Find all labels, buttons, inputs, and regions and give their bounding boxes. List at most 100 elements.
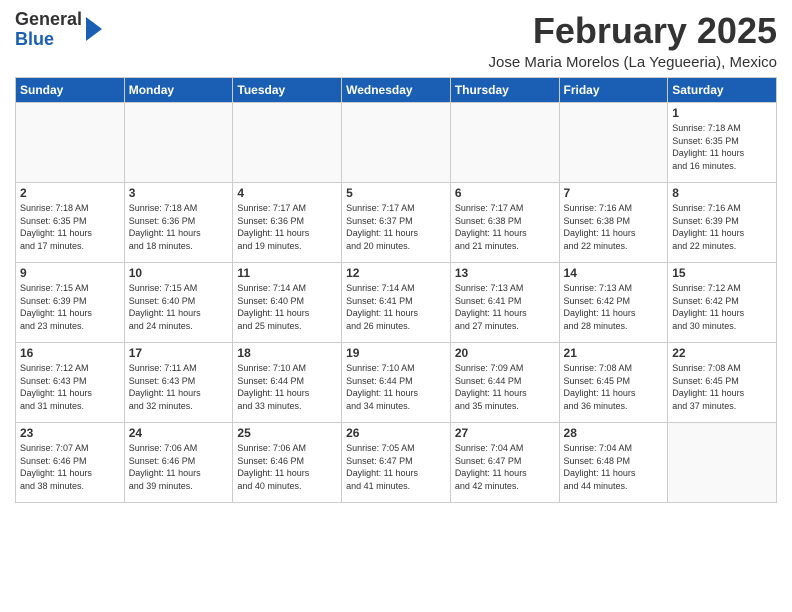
table-row: 4Sunrise: 7:17 AM Sunset: 6:36 PM Daylig… (233, 183, 342, 263)
day-info: Sunrise: 7:13 AM Sunset: 6:42 PM Dayligh… (564, 282, 664, 332)
day-info: Sunrise: 7:15 AM Sunset: 6:40 PM Dayligh… (129, 282, 229, 332)
title-block: February 2025 Jose Maria Morelos (La Yeg… (489, 10, 777, 71)
table-row: 23 Sunrise: 7:07 AM Sunset: 6:46 PM Dayli… (16, 423, 125, 503)
day-number: 22 (672, 346, 772, 360)
day-number: 25 (237, 426, 337, 440)
day-number: 7 (564, 186, 664, 200)
day-number: 20 (455, 346, 555, 360)
day-info: Sunrise: 7:18 AM Sunset: 6:35 PM Dayligh… (20, 202, 120, 252)
day-info: Sunrise: 7:18 AM Sunset: 6:35 PM Dayligh… (672, 122, 772, 172)
table-row: 22 Sunrise: 7:08 AM Sunset: 6:45 PM Dayli… (668, 343, 777, 423)
table-row (16, 103, 125, 183)
day-info: Sunrise: 7:12 AM Sunset: 6:43 PM Dayligh… (20, 362, 120, 412)
day-info: Sunrise: 7:16 AM Sunset: 6:39 PM Dayligh… (672, 202, 772, 252)
day-info: Sunrise: 7:17 AM Sunset: 6:37 PM Dayligh… (346, 202, 446, 252)
table-row: 17 Sunrise: 7:11 AM Sunset: 6:43 PM Dayli… (124, 343, 233, 423)
logo-blue: Blue (15, 30, 82, 50)
day-number: 16 (20, 346, 120, 360)
col-thursday: Thursday (450, 78, 559, 103)
col-friday: Friday (559, 78, 668, 103)
calendar-header-row: Sunday Monday Tuesday Wednesday Thursday… (16, 78, 777, 103)
table-row: 20 Sunrise: 7:09 AM Sunset: 6:44 PM Dayli… (450, 343, 559, 423)
day-number: 18 (237, 346, 337, 360)
table-row: 16 Sunrise: 7:12 AM Sunset: 6:43 PM Dayli… (16, 343, 125, 423)
table-row: 27Sunrise: 7:04 AM Sunset: 6:47 PM Dayli… (450, 423, 559, 503)
day-info: Sunrise: 7:05 AM Sunset: 6:47 PM Dayligh… (346, 442, 446, 492)
day-info: Sunrise: 7:11 AM Sunset: 6:43 PM Dayligh… (129, 362, 229, 412)
day-number: 9 (20, 266, 120, 280)
table-row: 5 Sunrise: 7:17 AM Sunset: 6:37 PM Daylig… (342, 183, 451, 263)
day-number: 10 (129, 266, 229, 280)
day-number: 14 (564, 266, 664, 280)
day-info: Sunrise: 7:14 AM Sunset: 6:41 PM Dayligh… (346, 282, 446, 332)
table-row: 15 Sunrise: 7:12 AM Sunset: 6:42 PM Dayli… (668, 263, 777, 343)
day-number: 3 (129, 186, 229, 200)
table-row: 1 Sunrise: 7:18 AM Sunset: 6:35 PM Daylig… (668, 103, 777, 183)
table-row: 26 Sunrise: 7:05 AM Sunset: 6:47 PM Dayli… (342, 423, 451, 503)
day-number: 15 (672, 266, 772, 280)
day-number: 24 (129, 426, 229, 440)
day-number: 2 (20, 186, 120, 200)
day-info: Sunrise: 7:18 AM Sunset: 6:36 PM Dayligh… (129, 202, 229, 252)
logo-arrow-icon (86, 17, 102, 41)
day-info: Sunrise: 7:15 AM Sunset: 6:39 PM Dayligh… (20, 282, 120, 332)
col-wednesday: Wednesday (342, 78, 451, 103)
day-info: Sunrise: 7:10 AM Sunset: 6:44 PM Dayligh… (346, 362, 446, 412)
day-number: 5 (346, 186, 446, 200)
day-info: Sunrise: 7:04 AM Sunset: 6:48 PM Dayligh… (564, 442, 664, 492)
day-info: Sunrise: 7:10 AM Sunset: 6:44 PM Dayligh… (237, 362, 337, 412)
day-info: Sunrise: 7:13 AM Sunset: 6:41 PM Dayligh… (455, 282, 555, 332)
table-row (342, 103, 451, 183)
table-row (450, 103, 559, 183)
day-info: Sunrise: 7:17 AM Sunset: 6:38 PM Dayligh… (455, 202, 555, 252)
day-number: 27 (455, 426, 555, 440)
day-info: Sunrise: 7:14 AM Sunset: 6:40 PM Dayligh… (237, 282, 337, 332)
logo-general: General (15, 10, 82, 30)
table-row: 19 Sunrise: 7:10 AM Sunset: 6:44 PM Dayli… (342, 343, 451, 423)
table-row: 9 Sunrise: 7:15 AM Sunset: 6:39 PM Daylig… (16, 263, 125, 343)
table-row: 14 Sunrise: 7:13 AM Sunset: 6:42 PM Dayli… (559, 263, 668, 343)
day-number: 23 (20, 426, 120, 440)
day-number: 13 (455, 266, 555, 280)
table-row: 13 Sunrise: 7:13 AM Sunset: 6:41 PM Dayli… (450, 263, 559, 343)
day-number: 12 (346, 266, 446, 280)
col-saturday: Saturday (668, 78, 777, 103)
table-row: 28 Sunrise: 7:04 AM Sunset: 6:48 PM Dayli… (559, 423, 668, 503)
table-row (559, 103, 668, 183)
table-row (668, 423, 777, 503)
page-container: General Blue February 2025 Jose Maria Mo… (0, 0, 792, 513)
col-sunday: Sunday (16, 78, 125, 103)
table-row: 12 Sunrise: 7:14 AM Sunset: 6:41 PM Dayli… (342, 263, 451, 343)
logo: General Blue (15, 10, 102, 50)
day-number: 11 (237, 266, 337, 280)
day-info: Sunrise: 7:08 AM Sunset: 6:45 PM Dayligh… (564, 362, 664, 412)
day-number: 19 (346, 346, 446, 360)
day-info: Sunrise: 7:06 AM Sunset: 6:46 PM Dayligh… (129, 442, 229, 492)
table-row: 8 Sunrise: 7:16 AM Sunset: 6:39 PM Daylig… (668, 183, 777, 263)
day-number: 28 (564, 426, 664, 440)
day-info: Sunrise: 7:08 AM Sunset: 6:45 PM Dayligh… (672, 362, 772, 412)
day-info: Sunrise: 7:16 AM Sunset: 6:38 PM Dayligh… (564, 202, 664, 252)
col-tuesday: Tuesday (233, 78, 342, 103)
location-title: Jose Maria Morelos (La Yegueeria), Mexic… (489, 54, 777, 71)
day-info: Sunrise: 7:07 AM Sunset: 6:46 PM Dayligh… (20, 442, 120, 492)
day-info: Sunrise: 7:06 AM Sunset: 6:46 PM Dayligh… (237, 442, 337, 492)
calendar-table: Sunday Monday Tuesday Wednesday Thursday… (15, 77, 777, 503)
table-row: 11 Sunrise: 7:14 AM Sunset: 6:40 PM Dayli… (233, 263, 342, 343)
day-number: 4 (237, 186, 337, 200)
day-info: Sunrise: 7:12 AM Sunset: 6:42 PM Dayligh… (672, 282, 772, 332)
table-row: 3 Sunrise: 7:18 AM Sunset: 6:36 PM Daylig… (124, 183, 233, 263)
col-monday: Monday (124, 78, 233, 103)
table-row: 7 Sunrise: 7:16 AM Sunset: 6:38 PM Daylig… (559, 183, 668, 263)
day-number: 8 (672, 186, 772, 200)
month-title: February 2025 (489, 10, 777, 52)
table-row: 2 Sunrise: 7:18 AM Sunset: 6:35 PM Daylig… (16, 183, 125, 263)
table-row: 10 Sunrise: 7:15 AM Sunset: 6:40 PM Dayli… (124, 263, 233, 343)
day-number: 26 (346, 426, 446, 440)
header: General Blue February 2025 Jose Maria Mo… (15, 10, 777, 71)
day-info: Sunrise: 7:09 AM Sunset: 6:44 PM Dayligh… (455, 362, 555, 412)
day-number: 1 (672, 106, 772, 120)
table-row (233, 103, 342, 183)
table-row: 24 Sunrise: 7:06 AM Sunset: 6:46 PM Dayli… (124, 423, 233, 503)
day-number: 17 (129, 346, 229, 360)
